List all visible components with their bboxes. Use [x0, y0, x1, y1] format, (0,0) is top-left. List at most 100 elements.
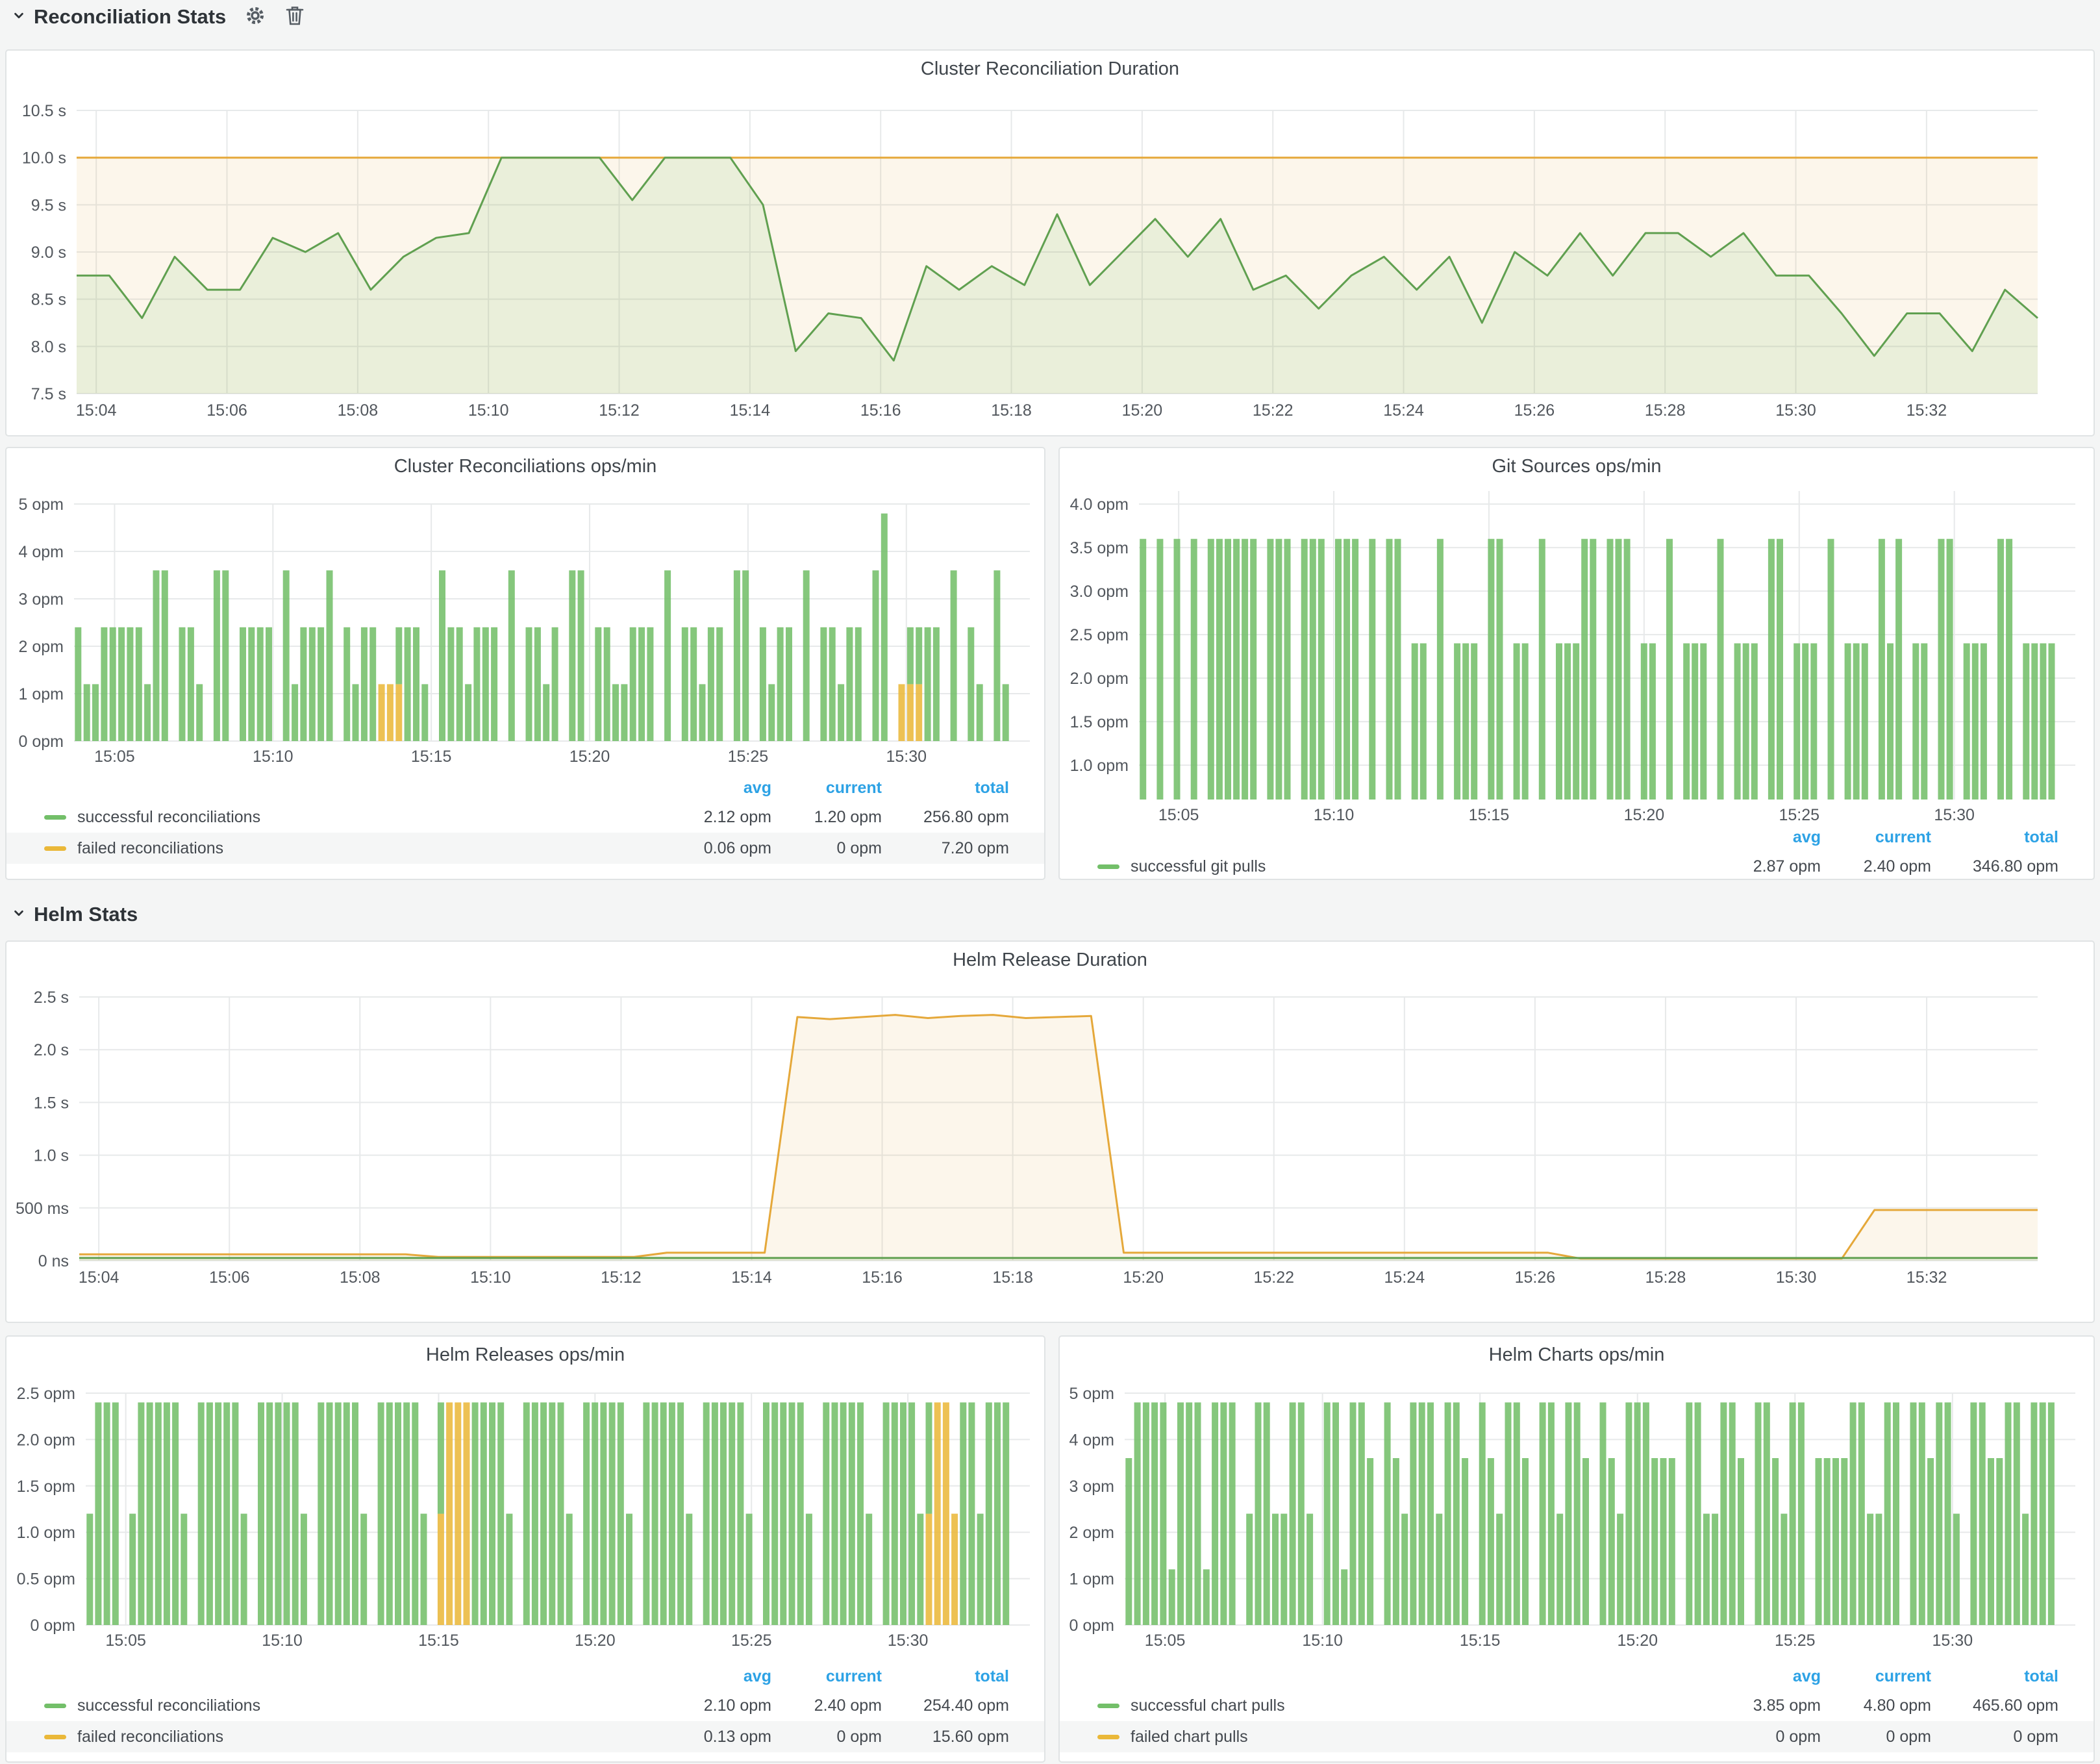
bar-successful git pulls	[2006, 539, 2012, 800]
x-axis-label: 15:32	[1906, 401, 1947, 420]
bar-successful git pulls	[1395, 539, 1401, 800]
chart-canvas-helm-charts[interactable]: 15:0515:1015:1515:2015:2515:305 opm4 opm…	[1060, 1367, 2094, 1662]
panel-title[interactable]: Cluster Reconciliation Duration	[6, 51, 2094, 81]
panel-title[interactable]: Cluster Reconciliations ops/min	[6, 448, 1044, 478]
legend-col-current[interactable]: current	[771, 779, 882, 798]
bar-successful git pulls	[1344, 539, 1350, 800]
bar-successful reconciliations	[566, 1514, 573, 1625]
legend-value-total: 346.80 opm	[1931, 857, 2058, 876]
series	[1125, 1402, 2055, 1625]
bar-successful chart pulls	[1729, 1402, 1736, 1625]
legend-series-label[interactable]: successful chart pulls	[1131, 1696, 1710, 1715]
legend-col-current[interactable]: current	[1821, 1667, 1931, 1686]
panel-title[interactable]: Git Sources ops/min	[1060, 448, 2094, 478]
legend-series-label[interactable]: failed reconciliations	[77, 839, 661, 858]
series	[75, 514, 1008, 741]
bar-successful reconciliations	[153, 570, 160, 741]
trash-icon[interactable]	[284, 5, 305, 30]
bar-successful reconciliations	[75, 627, 81, 741]
bar-successful reconciliations	[508, 570, 515, 741]
bar-successful reconciliations	[361, 627, 368, 741]
chevron-down-icon[interactable]	[10, 7, 27, 27]
bar-successful git pulls	[1564, 644, 1571, 800]
legend-series-label[interactable]: failed chart pulls	[1131, 1728, 1710, 1746]
chart-canvas-git-sources[interactable]: 15:0515:1015:1515:2015:2515:304.0 opm3.5…	[1060, 478, 2094, 824]
bar-successful chart pulls	[1634, 1402, 1641, 1625]
bar-successful chart pulls	[1875, 1514, 1882, 1625]
y-axis-label: 1 opm	[1069, 1570, 1114, 1589]
legend-series-label[interactable]: successful reconciliations	[77, 808, 661, 827]
bar-successful git pulls	[1573, 644, 1579, 800]
x-axis-label: 15:06	[206, 401, 247, 420]
bar-successful chart pulls	[1919, 1402, 1925, 1625]
bar-successful reconciliations	[873, 570, 879, 741]
section-header-helm-stats[interactable]: Helm Stats	[10, 900, 138, 929]
series	[86, 1402, 1009, 1625]
chart-canvas-cluster-reconciliation-duration[interactable]: 15:0415:0615:0815:1015:1215:1415:1615:18…	[6, 81, 2094, 433]
x-axis-label: 15:20	[1624, 806, 1665, 824]
legend-col-total[interactable]: total	[882, 1667, 1009, 1686]
bar-successful chart pulls	[1712, 1514, 1718, 1625]
bar-successful git pulls	[1810, 644, 1817, 800]
y-axis-label: 500 ms	[16, 1200, 69, 1218]
legend-value-current: 0 opm	[1821, 1728, 1931, 1746]
bar-successful reconciliations	[129, 1514, 136, 1625]
chart-canvas-helm-release-duration[interactable]: 15:0415:0615:0815:1015:1215:1415:1615:18…	[6, 972, 2094, 1320]
bar-successful git pulls	[1275, 539, 1282, 800]
legend-col-avg[interactable]: avg	[661, 1667, 771, 1686]
x-axis-label: 15:30	[886, 748, 927, 766]
legend-col-avg[interactable]: avg	[1710, 1667, 1821, 1686]
legend-series-label[interactable]: failed reconciliations	[77, 1728, 661, 1746]
legend-series-label[interactable]: successful git pulls	[1131, 857, 1710, 876]
legend-value-avg: 0 opm	[1710, 1728, 1821, 1746]
bar-successful git pulls	[1156, 539, 1163, 800]
bar-successful reconciliations	[526, 627, 532, 741]
bar-successful reconciliations	[604, 627, 610, 741]
bar-successful reconciliations	[578, 570, 584, 741]
legend-col-avg[interactable]: avg	[661, 779, 771, 798]
bar-successful git pulls	[1284, 539, 1291, 800]
gear-icon[interactable]	[244, 5, 266, 30]
legend-col-current[interactable]: current	[771, 1667, 882, 1686]
bar-successful chart pulls	[1556, 1514, 1563, 1625]
legend-value-total: 7.20 opm	[882, 839, 1009, 858]
bar-successful reconciliations	[832, 1402, 838, 1625]
bar-successful chart pulls	[1367, 1458, 1373, 1625]
bar-successful reconciliations	[144, 684, 151, 741]
x-axis-label: 15:25	[731, 1632, 772, 1650]
bar-failed reconciliations	[464, 1402, 470, 1625]
panel-title[interactable]: Helm Releases ops/min	[6, 1337, 1044, 1367]
bar-successful reconciliations	[652, 1402, 658, 1625]
chart-canvas-helm-releases[interactable]: 15:0515:1015:1515:2015:2515:302.5 opm2.0…	[6, 1367, 1044, 1662]
bar-successful chart pulls	[1617, 1514, 1623, 1625]
legend-col-total[interactable]: total	[1931, 1667, 2058, 1686]
bar-successful git pulls	[1794, 644, 1800, 800]
legend-value-avg: 0.13 opm	[661, 1728, 771, 1746]
legend-col-total[interactable]: total	[1931, 828, 2058, 847]
bar-successful reconciliations	[638, 627, 645, 741]
chevron-down-icon[interactable]	[10, 905, 27, 925]
bar-successful chart pulls	[2048, 1402, 2055, 1625]
bar-successful chart pulls	[1816, 1458, 1822, 1625]
y-axis-label: 1.5 opm	[1070, 713, 1129, 731]
bar-successful chart pulls	[2022, 1514, 2029, 1625]
legend-col-avg[interactable]: avg	[1710, 828, 1821, 847]
panel-title[interactable]: Helm Release Duration	[6, 942, 2094, 972]
chart-canvas-cluster-reconciliations[interactable]: 15:0515:1015:1515:2015:2515:305 opm4 opm…	[6, 478, 1044, 774]
panel-title[interactable]: Helm Charts ops/min	[1060, 1337, 2094, 1367]
x-axis-label: 15:08	[338, 401, 379, 420]
section-header-reconciliation-stats[interactable]: Reconciliation Stats	[10, 3, 305, 31]
legend-value-current: 2.40 opm	[771, 1696, 882, 1715]
bar-successful reconciliations	[786, 627, 792, 741]
y-axis-label: 2.5 opm	[17, 1385, 75, 1403]
legend-col-total[interactable]: total	[882, 779, 1009, 798]
legend-series-label[interactable]: successful reconciliations	[77, 1696, 661, 1715]
legend-col-current[interactable]: current	[1821, 828, 1931, 847]
bar-successful reconciliations	[248, 627, 255, 741]
bar-successful reconciliations	[101, 627, 107, 741]
bar-successful reconciliations	[86, 1514, 93, 1625]
bar-successful git pulls	[1981, 644, 1987, 800]
bar-successful git pulls	[1386, 539, 1393, 800]
bar-successful reconciliations	[353, 684, 359, 741]
bar-failed reconciliations	[395, 684, 402, 741]
